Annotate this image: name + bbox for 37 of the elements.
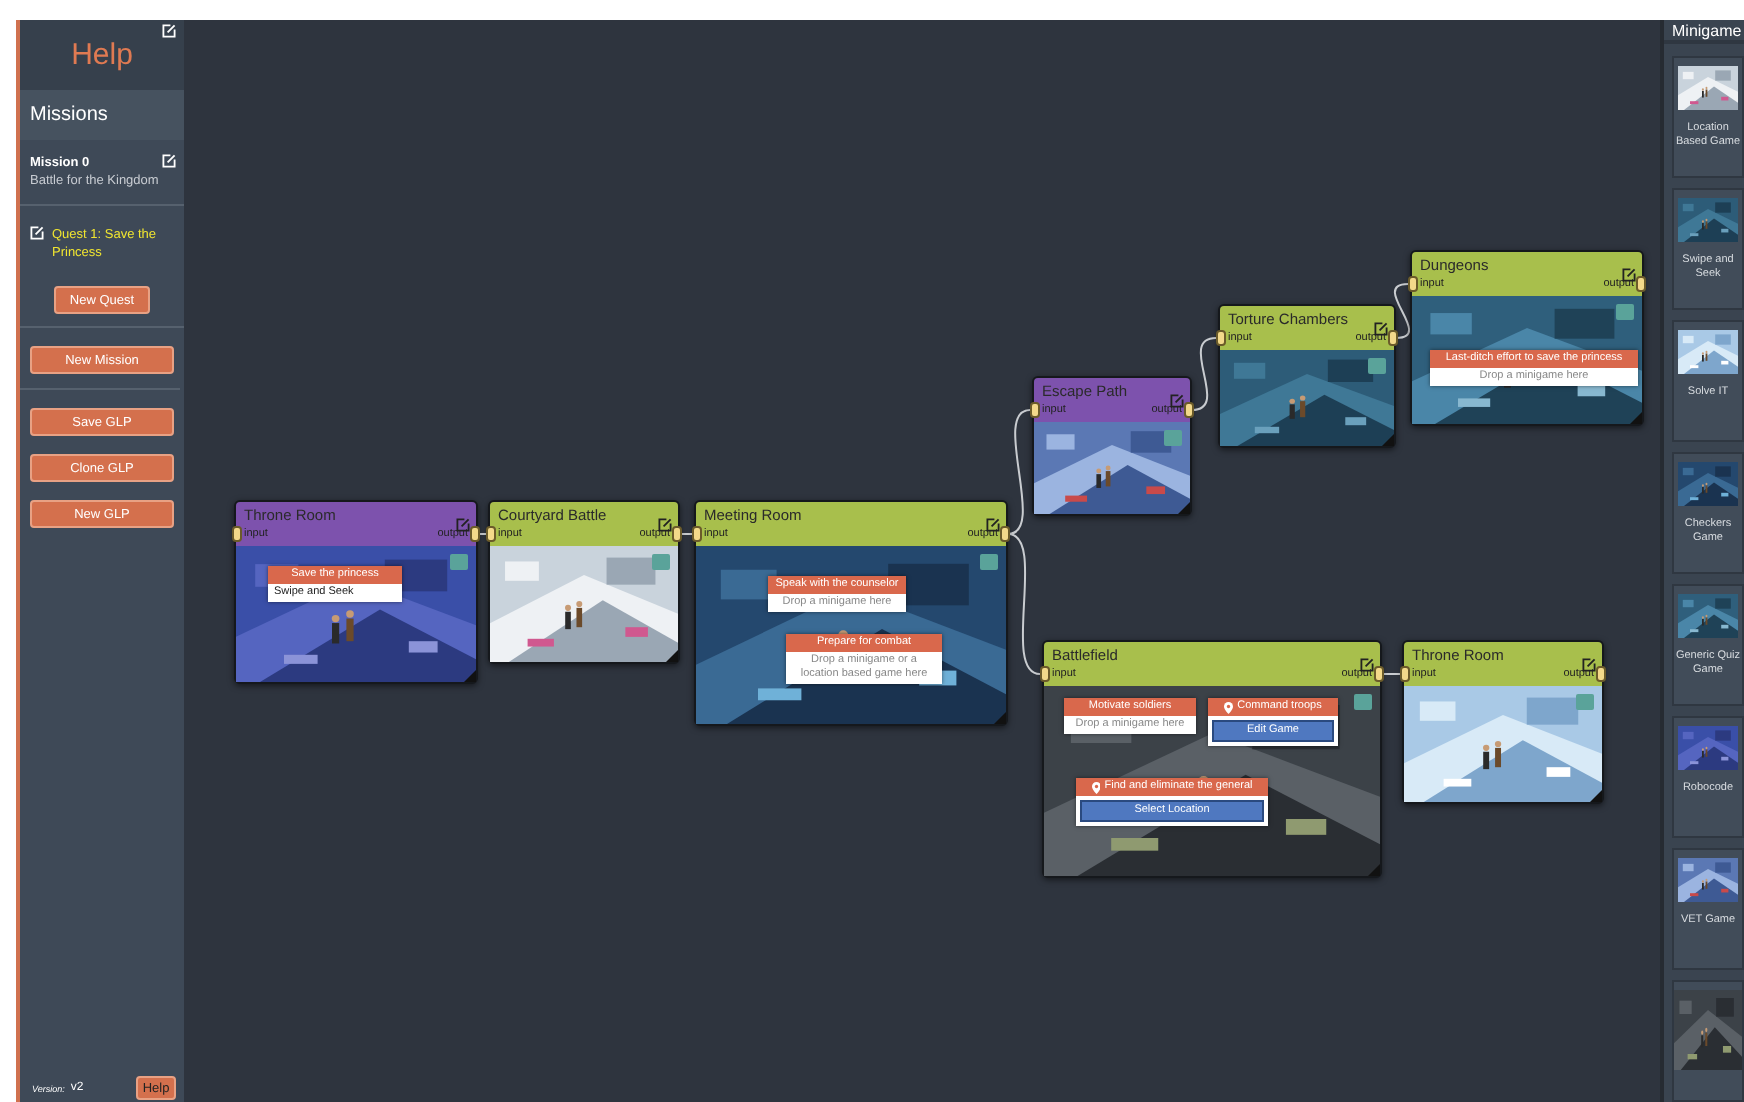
connector-line xyxy=(1381,673,1401,675)
section-title: Missions xyxy=(30,104,108,126)
output-port-icon[interactable] xyxy=(1596,666,1606,682)
input-port-icon[interactable] xyxy=(692,526,702,542)
input-port-icon[interactable] xyxy=(1400,666,1410,682)
input-port-icon[interactable] xyxy=(1408,276,1418,292)
resize-handle-icon[interactable] xyxy=(464,670,476,682)
connector-line xyxy=(1393,283,1411,339)
output-port-icon[interactable] xyxy=(672,526,682,542)
output-port-icon[interactable] xyxy=(1374,666,1384,682)
connector-line xyxy=(677,533,695,535)
edit-icon[interactable] xyxy=(162,24,176,42)
output-port-icon[interactable] xyxy=(1388,330,1398,346)
output-port-icon[interactable] xyxy=(470,526,480,542)
input-port-icon[interactable] xyxy=(486,526,496,542)
output-port-icon[interactable] xyxy=(1184,402,1194,418)
location-pin-icon xyxy=(1091,781,1101,793)
resize-handle-icon[interactable] xyxy=(1382,434,1394,446)
resize-handle-icon[interactable] xyxy=(994,712,1006,724)
resize-handle-icon[interactable] xyxy=(1590,790,1602,802)
output-port-icon[interactable] xyxy=(1000,526,1010,542)
resize-handle-icon[interactable] xyxy=(1178,502,1190,514)
sidebar-title: Help xyxy=(71,38,133,72)
edit-icon[interactable] xyxy=(162,154,176,172)
connector-line xyxy=(1007,533,1041,675)
panel-title: Minigame xyxy=(1672,21,1742,39)
resize-handle-icon[interactable] xyxy=(1368,864,1380,876)
resize-handle-icon[interactable] xyxy=(1630,412,1642,424)
resize-handle-icon[interactable] xyxy=(666,650,678,662)
input-port-icon[interactable] xyxy=(1216,330,1226,346)
input-port-icon[interactable] xyxy=(1040,666,1050,682)
output-port-icon[interactable] xyxy=(1636,276,1646,292)
location-pin-icon xyxy=(1224,701,1234,713)
connector-line xyxy=(1191,337,1217,411)
input-port-icon[interactable] xyxy=(232,526,242,542)
connector-line xyxy=(1007,409,1031,535)
input-port-icon[interactable] xyxy=(1030,402,1040,418)
